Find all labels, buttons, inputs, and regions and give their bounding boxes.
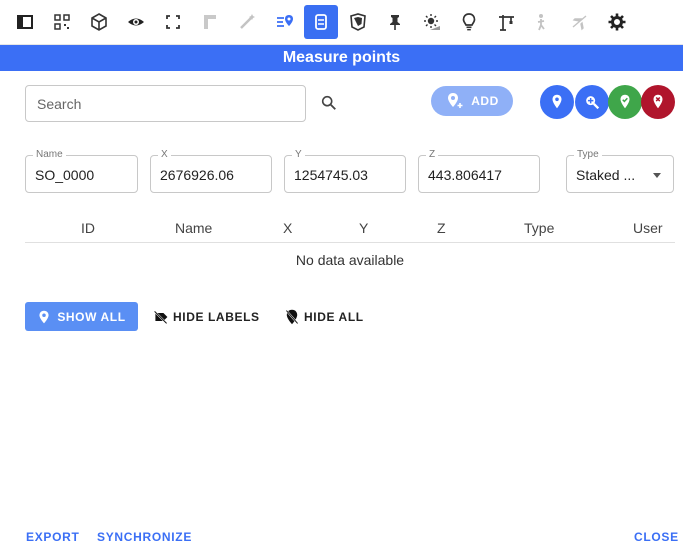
table-header-divider [25, 242, 675, 243]
location-pin-icon [39, 310, 49, 323]
qr-button[interactable] [45, 5, 79, 39]
crane-icon [499, 15, 514, 31]
add-label: ADD [471, 94, 499, 108]
model-button[interactable] [82, 5, 116, 39]
show-all-button[interactable]: SHOW ALL [25, 302, 138, 331]
column-header-id[interactable]: ID [81, 220, 95, 236]
focus-button[interactable] [156, 5, 190, 39]
y-field-label: Y [292, 149, 305, 160]
ruler-button[interactable] [193, 5, 227, 39]
y-field-value[interactable]: 1254745.03 [294, 167, 368, 183]
name-field-value[interactable]: SO_0000 [35, 167, 94, 183]
add-point-button[interactable]: ADD [431, 86, 513, 116]
pin-button[interactable] [378, 5, 412, 39]
locate-point-button[interactable] [540, 85, 574, 119]
panel-toggle-button[interactable] [8, 5, 42, 39]
y-field[interactable]: Y 1254745.03 [284, 149, 406, 193]
verify-location-button[interactable] [608, 85, 642, 119]
gear-icon [608, 13, 626, 31]
panel-icon [17, 15, 33, 29]
sun-icon [424, 14, 440, 30]
eye-icon [128, 18, 144, 26]
light-button[interactable] [452, 5, 486, 39]
name-field[interactable]: Name SO_0000 [25, 149, 138, 193]
column-header-z[interactable]: Z [437, 220, 446, 236]
settings-button[interactable] [600, 5, 634, 39]
toolbar [0, 0, 683, 45]
name-field-label: Name [33, 149, 66, 160]
ruler-icon [204, 15, 216, 29]
location-pin-icon [552, 94, 562, 109]
magic-wand-button[interactable] [230, 5, 264, 39]
remove-location-button[interactable] [641, 85, 675, 119]
flight-button[interactable] [563, 5, 597, 39]
location-off-icon [285, 309, 299, 324]
pin-icon [390, 15, 400, 30]
layers-icon [315, 14, 327, 30]
hide-labels-label: HIDE LABELS [173, 309, 260, 324]
cube-icon [91, 13, 107, 31]
sun-button[interactable] [415, 5, 449, 39]
add-location-icon [448, 93, 463, 108]
x-field[interactable]: X 2676926.06 [150, 149, 272, 193]
column-header-type[interactable]: Type [524, 220, 554, 236]
column-header-name[interactable]: Name [175, 220, 212, 236]
person-button[interactable] [526, 5, 560, 39]
close-button[interactable]: CLOSE [634, 530, 679, 544]
hide-labels-button[interactable]: HIDE LABELS [153, 302, 260, 331]
magic-wand-icon [240, 14, 255, 29]
type-select-label: Type [574, 149, 602, 160]
search-location-button[interactable] [575, 85, 609, 119]
z-field-value[interactable]: 443.806417 [428, 167, 502, 183]
search-location-icon [586, 96, 600, 110]
empty-table-message: No data available [295, 252, 405, 268]
x-field-label: X [158, 149, 171, 160]
hide-all-button[interactable]: HIDE ALL [284, 302, 364, 331]
cancel-location-icon [653, 94, 663, 109]
chevron-down-icon[interactable] [653, 173, 661, 178]
check-location-icon [620, 94, 630, 109]
measure-points-button[interactable] [267, 5, 301, 39]
search-input[interactable] [37, 95, 305, 112]
crane-button[interactable] [489, 5, 523, 39]
layers-button[interactable] [304, 5, 338, 39]
type-select-value: Staked ... [576, 167, 636, 183]
label-off-icon [153, 310, 168, 324]
panel-title-bar: Measure points [0, 45, 683, 71]
plane-icon [572, 15, 587, 31]
measure-points-icon [277, 15, 293, 27]
column-header-y[interactable]: Y [359, 220, 368, 236]
hide-all-label: HIDE ALL [304, 309, 364, 324]
show-all-label: SHOW ALL [57, 309, 126, 324]
x-field-value[interactable]: 2676926.06 [160, 167, 234, 183]
z-field[interactable]: Z 443.806417 [418, 149, 540, 193]
focus-icon [166, 15, 180, 29]
column-header-x[interactable]: X [283, 220, 292, 236]
person-icon [537, 14, 545, 31]
column-header-user[interactable]: User [633, 220, 663, 236]
search-icon[interactable] [320, 94, 338, 112]
shield-icon [350, 13, 366, 31]
shield-button[interactable] [341, 5, 375, 39]
panel-title: Measure points [282, 49, 401, 66]
type-select[interactable]: Type Staked ... [566, 149, 674, 193]
export-button[interactable]: EXPORT [26, 530, 80, 544]
visibility-button[interactable] [119, 5, 153, 39]
qr-icon [54, 14, 70, 30]
z-field-label: Z [426, 149, 439, 160]
synchronize-button[interactable]: SYNCHRONIZE [97, 530, 192, 544]
search-field[interactable] [25, 85, 306, 122]
lightbulb-icon [462, 13, 476, 31]
